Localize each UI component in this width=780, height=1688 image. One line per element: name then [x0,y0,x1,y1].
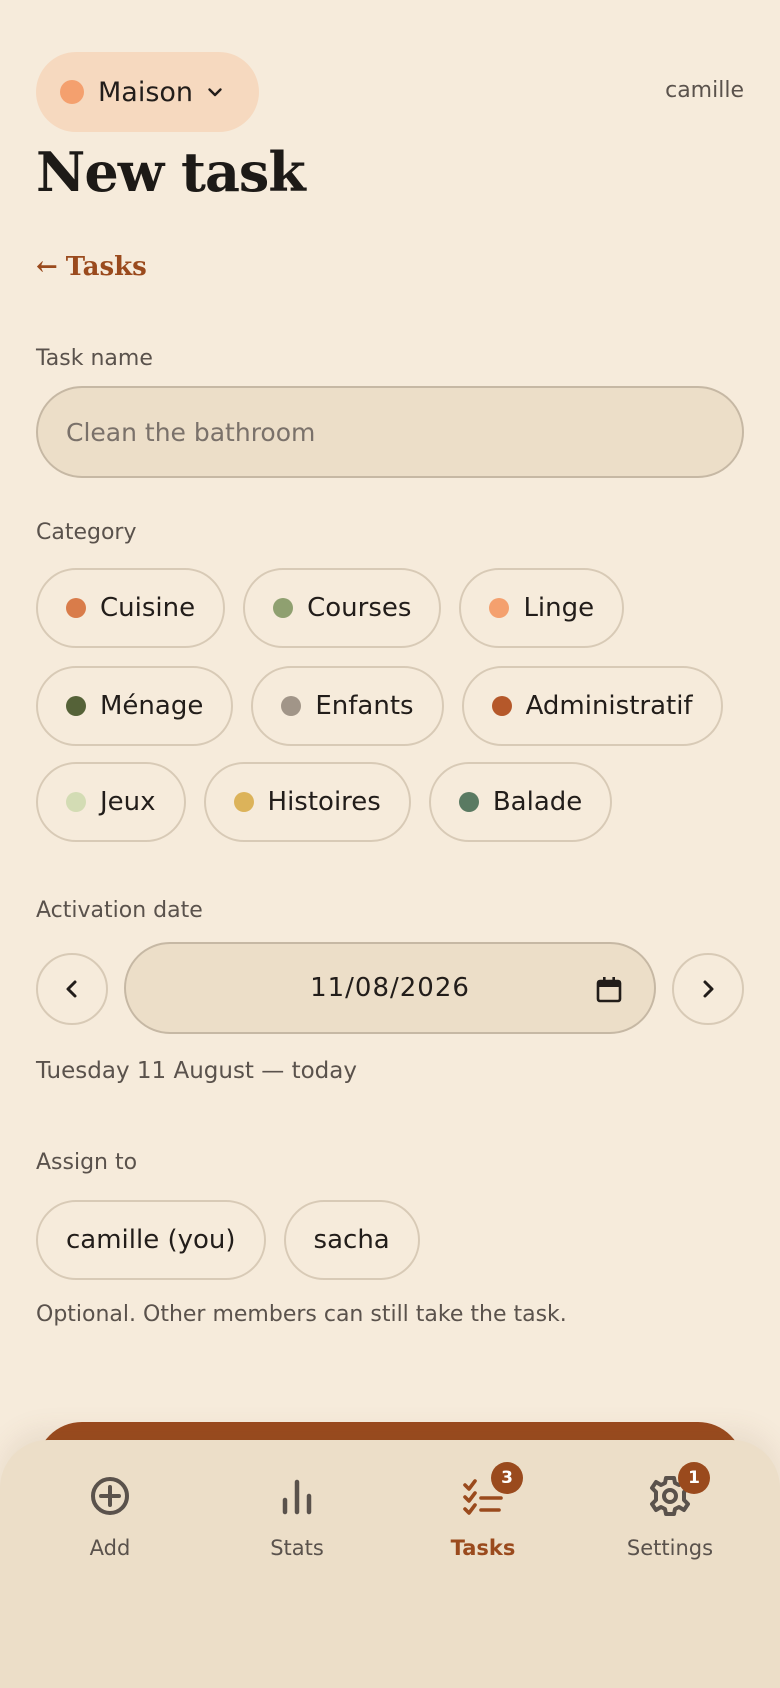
category-chip-label: Enfants [315,691,414,721]
back-link[interactable]: ← Tasks [36,252,147,282]
category-chip-label: Histoires [267,787,381,817]
household-color-dot [60,80,84,104]
category-chip-label: Balade [492,787,583,817]
nav-item-stats[interactable]: Stats [207,1472,387,1560]
category-color-dot [66,792,86,812]
member-chip-sacha[interactable]: sacha [283,1200,420,1280]
category-chip-administratif[interactable]: Administratif [461,666,723,746]
assign-hint: Optional. Other members can still take t… [36,1302,567,1327]
category-chip-label: Courses [307,593,412,623]
nav-label: Stats [270,1536,324,1560]
category-chip-jeux[interactable]: Jeux [36,762,186,842]
category-color-dot [273,598,294,618]
category-chip-enfants[interactable]: Enfants [251,666,444,746]
chevron-right-icon [703,980,714,998]
category-chip-label: Ménage [100,691,204,721]
bar-chart-icon [273,1472,321,1520]
plus-circle-icon [86,1472,134,1520]
category-chip-label: Administratif [525,691,693,721]
category-chip-histoires[interactable]: Histoires [203,762,411,842]
back-arrow-icon: ← [36,252,58,282]
category-row: Cuisine Courses Linge [36,568,625,648]
next-day-button[interactable] [672,953,744,1025]
category-color-dot [66,598,86,618]
member-chip-camille[interactable]: camille (you) [36,1200,266,1280]
member-chip-label: camille (you) [66,1225,236,1255]
task-name-label: Task name [36,346,153,371]
page-title: New task [36,140,306,204]
category-chip-courses[interactable]: Courses [243,568,442,648]
category-color-dot [489,598,510,618]
checklist-icon: 3 [459,1462,523,1520]
category-chip-label: Jeux [100,787,156,817]
nav-label: Settings [626,1536,714,1560]
assign-label: Assign to [36,1150,138,1175]
category-row: Ménage Enfants Administratif [36,666,723,746]
chevron-down-icon [208,88,222,97]
nav-label: Add [89,1536,131,1560]
nav-label: Tasks [450,1536,516,1560]
category-label: Category [36,520,137,545]
category-chip-menage[interactable]: Ménage [36,666,234,746]
member-chip-label: sacha [313,1225,390,1255]
category-chip-cuisine[interactable]: Cuisine [36,568,226,648]
household-selector[interactable]: Maison [36,52,260,132]
nav-item-settings[interactable]: 1 Settings [580,1462,760,1560]
category-chip-label: Cuisine [100,593,196,623]
activation-date-label: Activation date [36,898,203,923]
category-color-dot [233,792,254,812]
nav-item-add[interactable]: Add [20,1472,200,1560]
member-row: camille (you) sacha [36,1200,420,1280]
chevron-left-icon [66,980,77,998]
date-picker: 11/08/2026 [36,942,744,1034]
date-caption: Tuesday 11 August — today [36,1058,357,1084]
category-color-dot [458,792,479,812]
bottom-nav: Add Stats 3 Tasks 1 Settings [0,1440,780,1688]
date-field[interactable]: 11/08/2026 [124,942,656,1034]
back-label: Tasks [65,252,147,282]
settings-badge: 1 [678,1462,710,1494]
category-chip-linge[interactable]: Linge [459,568,625,648]
category-color-dot [66,696,86,716]
category-color-dot [281,696,302,716]
previous-day-button[interactable] [36,953,108,1025]
household-name: Maison [98,76,194,108]
gear-icon: 1 [646,1462,710,1520]
date-value: 11/08/2026 [310,973,470,1003]
calendar-icon[interactable] [596,976,622,1004]
header: Maison camille [36,52,744,132]
category-color-dot [491,696,512,716]
task-name-input[interactable] [36,386,744,478]
nav-item-tasks[interactable]: 3 Tasks [393,1462,573,1560]
current-user[interactable]: camille [665,78,744,103]
category-row: Jeux Histoires Balade [36,762,613,842]
category-chip-balade[interactable]: Balade [428,762,613,842]
category-chip-label: Linge [523,593,595,623]
tasks-badge: 3 [491,1462,523,1494]
